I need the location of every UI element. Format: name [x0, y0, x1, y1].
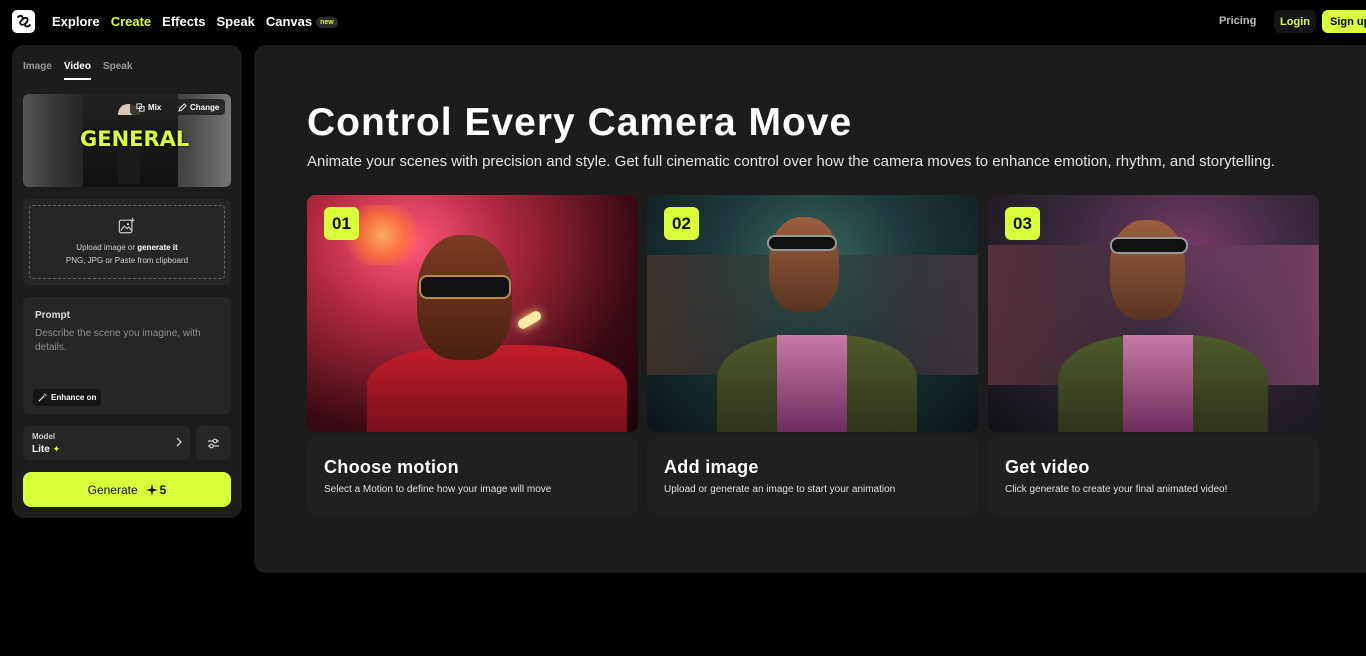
mix-label: Mix [148, 102, 162, 112]
add-image-icon [118, 217, 135, 234]
mix-button[interactable]: Mix [130, 99, 168, 115]
create-panel: Image Video Speak GENERAL Mix Change Upl… [12, 45, 242, 518]
main-nav: Explore Create Effects Speak Canvas new [52, 14, 360, 29]
page-subtitle: Animate your scenes with precision and s… [307, 153, 1275, 170]
step-number-2: 02 [664, 207, 699, 240]
page-title: Control Every Camera Move [307, 101, 853, 144]
magic-wand-icon [38, 393, 47, 402]
upload-dropzone[interactable]: Upload image or generate it PNG, JPG or … [23, 199, 231, 285]
new-badge: new [316, 17, 338, 29]
preview-image[interactable]: GENERAL Mix Change [23, 94, 231, 187]
generate-cost-value: 5 [159, 482, 167, 497]
nav-canvas[interactable]: Canvas new [266, 14, 349, 29]
model-value: Lite ✦ [32, 444, 60, 455]
shirt [777, 335, 847, 432]
signup-button[interactable]: Sign up [1322, 10, 1366, 33]
step-number-1: 01 [324, 207, 359, 240]
main-content: Control Every Camera Move Animate your s… [254, 45, 1366, 573]
chevron-right-icon [176, 437, 182, 447]
mix-icon [136, 102, 145, 112]
shirt [1123, 335, 1193, 432]
step-title-1: Choose motion [324, 457, 459, 477]
generate-button[interactable]: Generate 5 [23, 472, 231, 507]
step-info-2: Add image Upload or generate an image to… [647, 438, 978, 514]
top-nav: Explore Create Effects Speak Canvas new P… [0, 0, 1366, 44]
step-desc-3: Click generate to create your final anim… [1005, 484, 1228, 495]
sunglasses [419, 275, 511, 299]
step-title-3: Get video [1005, 457, 1090, 477]
face [769, 217, 839, 312]
step-desc-2: Upload or generate an image to start you… [664, 484, 896, 495]
sparkle-icon: ✦ [52, 444, 61, 454]
tab-video[interactable]: Video [63, 61, 91, 80]
tab-image[interactable]: Image [23, 61, 52, 80]
step-title-2: Add image [664, 457, 759, 477]
model-value-text: Lite [32, 444, 50, 455]
step-info-1: Choose motion Select a Motion to define … [307, 438, 638, 514]
generate-cost: 5 [145, 482, 167, 497]
logo-icon[interactable] [12, 10, 35, 33]
enhance-label: Enhance on [51, 393, 97, 402]
red-jacket [367, 345, 627, 432]
upload-formats: PNG, JPG or Paste from clipboard [65, 256, 189, 265]
nav-speak[interactable]: Speak [217, 14, 255, 29]
sparkle-icon [145, 483, 158, 496]
generate-label: Generate [87, 482, 138, 497]
step-desc-1: Select a Motion to define how your image… [324, 484, 552, 495]
model-label: Model [32, 432, 56, 441]
prompt-box[interactable]: Prompt Describe the scene you imagine, w… [23, 297, 231, 414]
sunglasses [767, 235, 837, 251]
prompt-label: Prompt [35, 310, 70, 321]
change-label: Change [190, 102, 220, 112]
generate-it-link[interactable]: generate it [137, 243, 177, 252]
model-selector[interactable]: Model Lite ✦ [23, 426, 190, 460]
prompt-input[interactable]: Describe the scene you imagine, with det… [35, 327, 215, 355]
sliders-icon [208, 438, 219, 448]
change-button[interactable]: Change [172, 99, 226, 115]
enhance-toggle[interactable]: Enhance on [33, 389, 102, 406]
upload-text-pre: Upload image or [76, 243, 138, 252]
preview-caption: GENERAL [80, 127, 190, 151]
light-streak [516, 309, 543, 331]
pricing-link[interactable]: Pricing [1219, 15, 1256, 27]
pencil-icon [178, 102, 187, 112]
nav-effects[interactable]: Effects [162, 14, 205, 29]
step-number-3: 03 [1005, 207, 1040, 240]
settings-button[interactable] [196, 426, 231, 460]
tab-speak[interactable]: Speak [103, 61, 132, 80]
nav-create[interactable]: Create [111, 14, 151, 29]
mode-tabs: Image Video Speak [23, 61, 144, 80]
sunglasses [1110, 237, 1188, 254]
upload-text: Upload image or generate it [23, 243, 231, 252]
face [1110, 220, 1185, 320]
login-button[interactable]: Login [1274, 10, 1316, 33]
step-info-3: Get video Click generate to create your … [988, 438, 1319, 514]
nav-explore[interactable]: Explore [52, 14, 100, 29]
nav-canvas-label: Canvas [265, 14, 313, 29]
